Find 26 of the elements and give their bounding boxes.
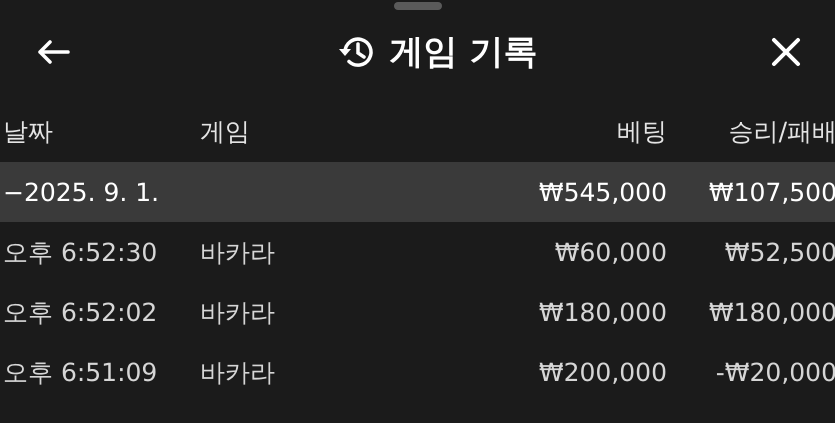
group-row[interactable]: −2025. 9. 1. ₩545,000 ₩107,500 xyxy=(0,162,835,222)
table-cell-text: ₩180,000 xyxy=(708,298,835,326)
table-cell-text: -₩20,000 xyxy=(714,358,835,386)
table-cell-text: 오후 6:52:02 xyxy=(2,296,158,328)
column-header: 게임 xyxy=(199,116,251,148)
table-cell: 바카라 xyxy=(200,358,275,386)
close-icon xyxy=(771,37,801,67)
back-button[interactable] xyxy=(36,39,70,65)
close-button[interactable] xyxy=(771,37,801,67)
table-cell: 바카라 xyxy=(200,298,275,326)
drag-handle[interactable] xyxy=(394,2,442,10)
table-cell-text: ₩52,500 xyxy=(724,238,835,266)
table-cell: 바카라 xyxy=(200,238,275,266)
column-header: 날짜 xyxy=(2,116,54,148)
table-cell-text: ₩180,000 xyxy=(538,298,667,326)
table-cell-text: ₩60,000 xyxy=(554,238,667,266)
table-cell-text: −2025. 9. 1. xyxy=(2,178,160,206)
table-cell-text: ₩200,000 xyxy=(538,358,667,386)
column-header: 베팅 xyxy=(616,116,667,148)
back-arrow-icon xyxy=(36,39,70,65)
table-cell-text: ₩545,000 xyxy=(538,178,667,206)
table-cell-text: 오후 6:52:30 xyxy=(2,236,158,268)
window-title: 게임 기록 xyxy=(390,31,538,74)
table-cell-text: 오후 6:51:09 xyxy=(2,356,158,388)
table-cell-text: ₩107,500 xyxy=(708,178,835,206)
column-header: 승리/패배 xyxy=(728,116,835,148)
